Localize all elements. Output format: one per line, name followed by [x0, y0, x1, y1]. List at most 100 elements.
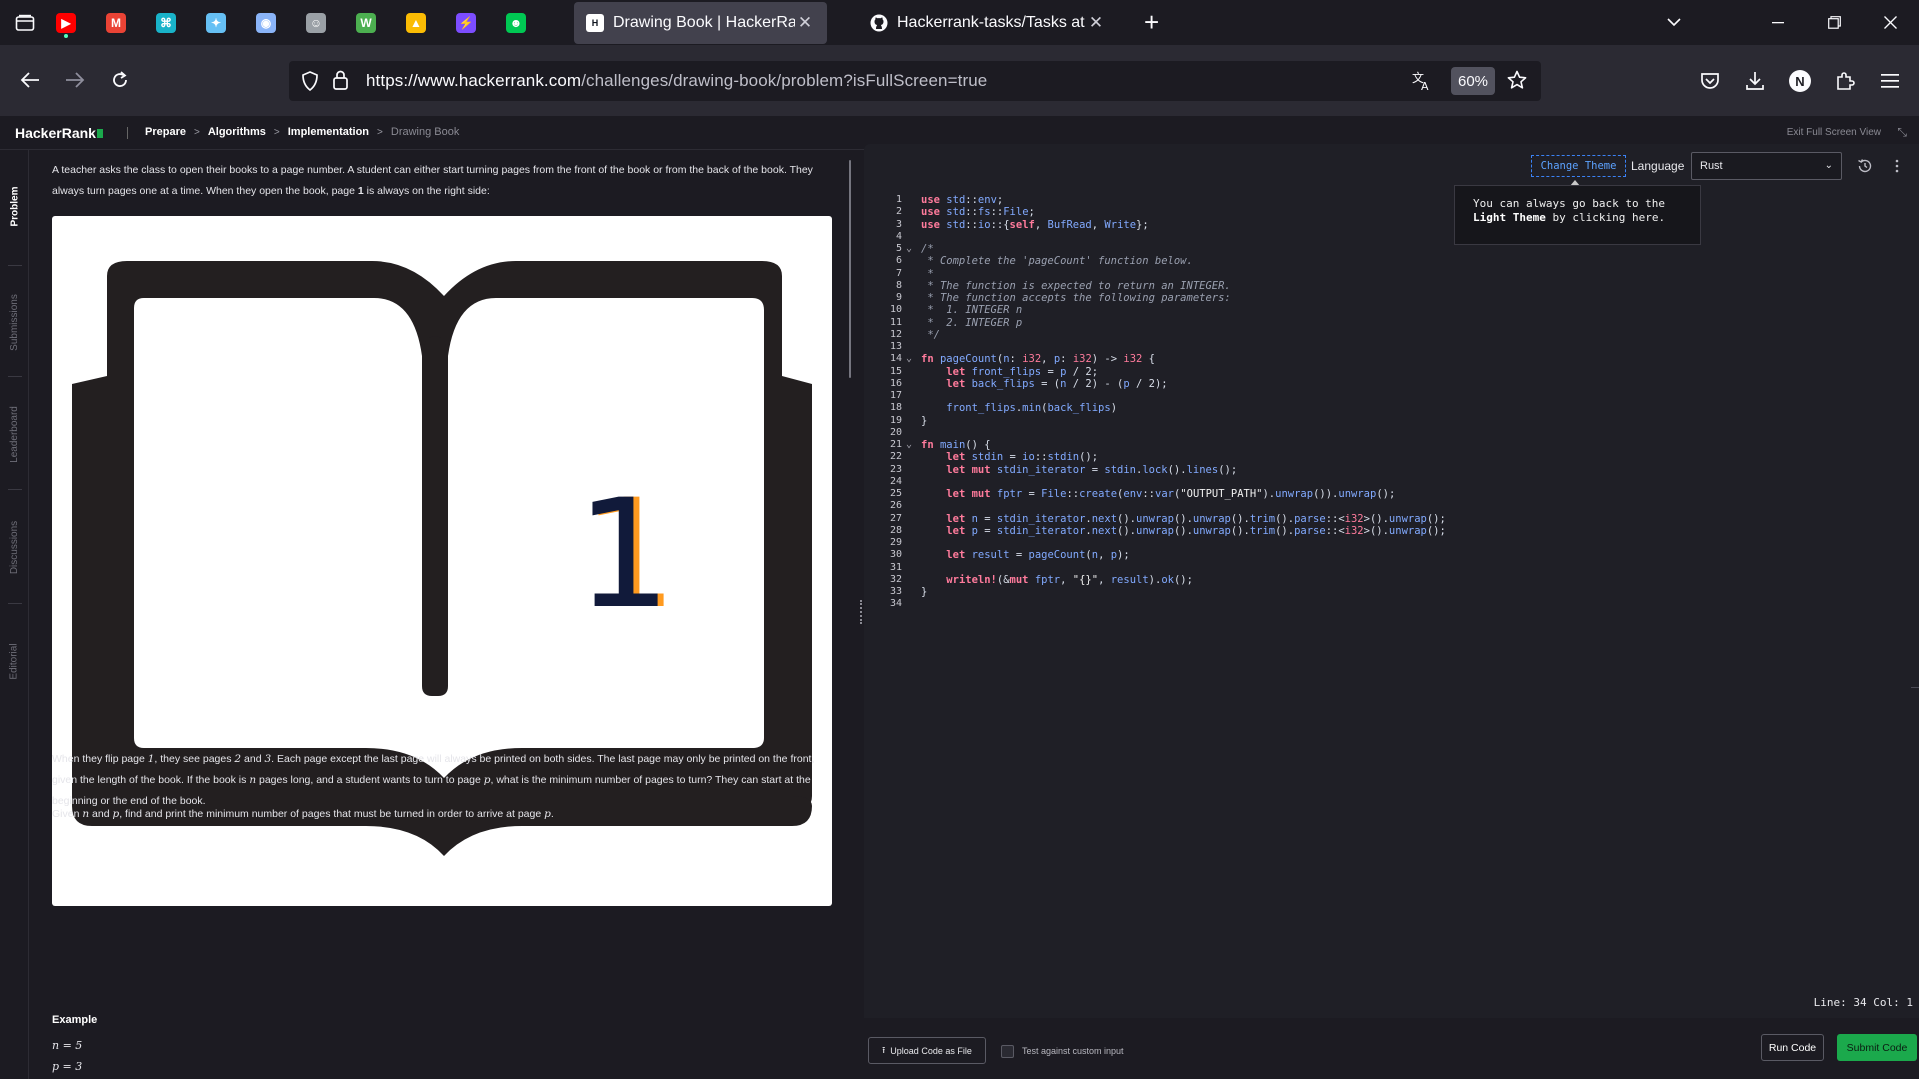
- problem-scrollbar[interactable]: [849, 160, 851, 378]
- breadcrumb-chevron-icon: >: [273, 126, 280, 138]
- close-tab-icon[interactable]: ✕: [1086, 13, 1106, 33]
- url-text[interactable]: https://www.hackerrank.com/challenges/dr…: [366, 71, 987, 91]
- tab-divider: [8, 603, 22, 604]
- tab-drawing-book[interactable]: H Drawing Book | HackerRank ✕: [574, 2, 827, 44]
- reload-icon[interactable]: [103, 63, 137, 97]
- code-text: * Complete the 'pageCount' function belo…: [921, 255, 1193, 268]
- pinned-tab[interactable]: ⌘: [141, 0, 191, 45]
- splitter-grip-icon[interactable]: [860, 600, 862, 624]
- pinned-tab[interactable]: ◉: [241, 0, 291, 45]
- contacts-icon: ☺: [306, 12, 326, 33]
- code-line[interactable]: 34: [864, 598, 1919, 613]
- restore-window-icon[interactable]: [1806, 0, 1862, 45]
- pinned-tab[interactable]: ✦: [191, 0, 241, 45]
- line-number: 12: [889, 328, 902, 340]
- minimize-window-icon[interactable]: [1750, 0, 1806, 45]
- submit-code-button[interactable]: Submit Code: [1837, 1034, 1917, 1061]
- upload-icon: ⭱: [882, 1044, 886, 1055]
- hamburger-menu-icon[interactable]: [1874, 65, 1906, 97]
- pinned-tab[interactable]: ▶: [41, 0, 91, 45]
- breadcrumb-prepare[interactable]: Prepare: [145, 126, 186, 138]
- tab-problem[interactable]: Problem: [0, 154, 29, 258]
- tab-editorial[interactable]: Editorial: [0, 612, 29, 710]
- line-number: 21: [889, 439, 902, 450]
- restore-code-history-icon[interactable]: [1856, 157, 1874, 175]
- lock-icon[interactable]: [333, 70, 348, 95]
- line-number: 24: [889, 475, 902, 487]
- chevron-down-icon: ⌄: [1824, 160, 1833, 171]
- tab-title: Hackerrank-tasks/Tasks at main: [897, 13, 1086, 31]
- custom-input-checkbox[interactable]: [1001, 1045, 1014, 1058]
- tab-submissions[interactable]: Submissions: [0, 274, 29, 370]
- pinned-tab[interactable]: ☻: [491, 0, 541, 45]
- code-text: let n = stdin_iterator.next().unwrap().u…: [946, 512, 1446, 525]
- address-bar[interactable]: https://www.hackerrank.com/challenges/dr…: [289, 61, 1541, 101]
- header-divider: [127, 127, 128, 139]
- code-text: let p = stdin_iterator.next().unwrap().u…: [946, 524, 1446, 537]
- line-number: 14: [889, 353, 902, 365]
- custom-input-label[interactable]: Test against custom input: [1022, 1046, 1124, 1056]
- editor-toolbar: Change Theme Language Rust ⌄: [864, 144, 1919, 188]
- tracking-shield-icon[interactable]: [301, 71, 319, 96]
- pinned-tab[interactable]: ☺: [291, 0, 341, 45]
- downloads-icon[interactable]: [1739, 65, 1771, 97]
- upload-code-button[interactable]: ⭱ Upload Code as File: [868, 1037, 986, 1064]
- run-code-button[interactable]: Run Code: [1761, 1034, 1824, 1061]
- tab-overflow-chevron-icon[interactable]: [1646, 0, 1702, 45]
- pocket-icon[interactable]: [1694, 65, 1726, 97]
- steam-icon: ✦: [206, 12, 226, 33]
- breadcrumb-algorithms[interactable]: Algorithms: [208, 126, 266, 138]
- language-select[interactable]: Rust ⌄: [1691, 152, 1842, 180]
- exit-fullscreen-link[interactable]: Exit Full Screen View: [1787, 127, 1881, 138]
- translate-icon[interactable]: 文A: [1411, 70, 1433, 97]
- line-number: 2: [895, 206, 902, 218]
- code-text: use std::fs::File;: [921, 206, 1035, 219]
- line-number: 17: [889, 390, 902, 401]
- line-number: 18: [889, 402, 902, 414]
- breadcrumb-implementation[interactable]: Implementation: [288, 126, 369, 138]
- close-window-icon[interactable]: [1862, 0, 1918, 45]
- hackerrank-logo[interactable]: HackerRank: [15, 125, 103, 141]
- code-text: /*: [921, 243, 934, 255]
- tab-github[interactable]: Hackerrank-tasks/Tasks at main ✕: [858, 0, 1118, 45]
- line-number: 34: [889, 598, 902, 610]
- line-number: 32: [889, 573, 902, 585]
- pinned-tab[interactable]: W: [341, 0, 391, 45]
- profile-avatar[interactable]: N: [1784, 65, 1816, 97]
- cursor-position: Line: 34 Col: 1: [1813, 996, 1913, 1009]
- new-tab-plus-icon[interactable]: +: [1144, 9, 1159, 35]
- chrome-store-icon: ◉: [256, 12, 276, 33]
- tab-divider: [8, 265, 22, 266]
- breadcrumb: Prepare > Algorithms > Implementation > …: [145, 126, 459, 138]
- fold-chevron-icon[interactable]: ⌄: [906, 353, 918, 364]
- pinned-tab[interactable]: ⚡: [441, 0, 491, 45]
- fold-chevron-icon[interactable]: ⌄: [906, 243, 918, 254]
- pinned-tab[interactable]: ▲: [391, 0, 441, 45]
- zoom-level-badge[interactable]: 60%: [1451, 67, 1495, 95]
- browser-navigation-bar: https://www.hackerrank.com/challenges/dr…: [0, 45, 1919, 116]
- tab-discussions[interactable]: Discussions: [0, 498, 29, 596]
- bookmark-star-icon[interactable]: [1507, 70, 1527, 95]
- change-theme-button[interactable]: Change Theme: [1531, 155, 1626, 177]
- extensions-puzzle-icon[interactable]: [1829, 65, 1861, 97]
- w-icon: W: [356, 12, 376, 33]
- exit-fullscreen-icon[interactable]: ⤡: [1897, 125, 1907, 140]
- tab-title: Drawing Book | HackerRank: [613, 14, 795, 31]
- flip-line-2: given the length of the book. If the boo…: [52, 770, 842, 791]
- forward-arrow-icon[interactable]: [58, 63, 92, 97]
- problem-side-tabs: Problem Submissions Leaderboard Discussi…: [0, 150, 29, 1079]
- given-text: and: [89, 808, 113, 820]
- pinned-tab[interactable]: M: [91, 0, 141, 45]
- line-number: 16: [889, 377, 902, 389]
- close-tab-icon[interactable]: ✕: [795, 13, 815, 33]
- tab-leaderboard[interactable]: Leaderboard: [0, 385, 29, 483]
- more-options-icon[interactable]: [1888, 157, 1906, 175]
- browser-tab-bar: ▶ M ⌘ ✦ ◉ ☺ W ▲ ⚡ ☻ H Drawing Book | HackerRank ✕…: [0, 0, 1919, 45]
- code-text: let front_flips = p / 2;: [946, 365, 1099, 378]
- fold-chevron-icon[interactable]: ⌄: [906, 439, 918, 450]
- back-arrow-icon[interactable]: [13, 63, 47, 97]
- breadcrumb-current: Drawing Book: [390, 126, 460, 138]
- line-number: 30: [889, 549, 902, 561]
- code-text: }: [921, 414, 928, 427]
- code-text: *: [921, 267, 934, 280]
